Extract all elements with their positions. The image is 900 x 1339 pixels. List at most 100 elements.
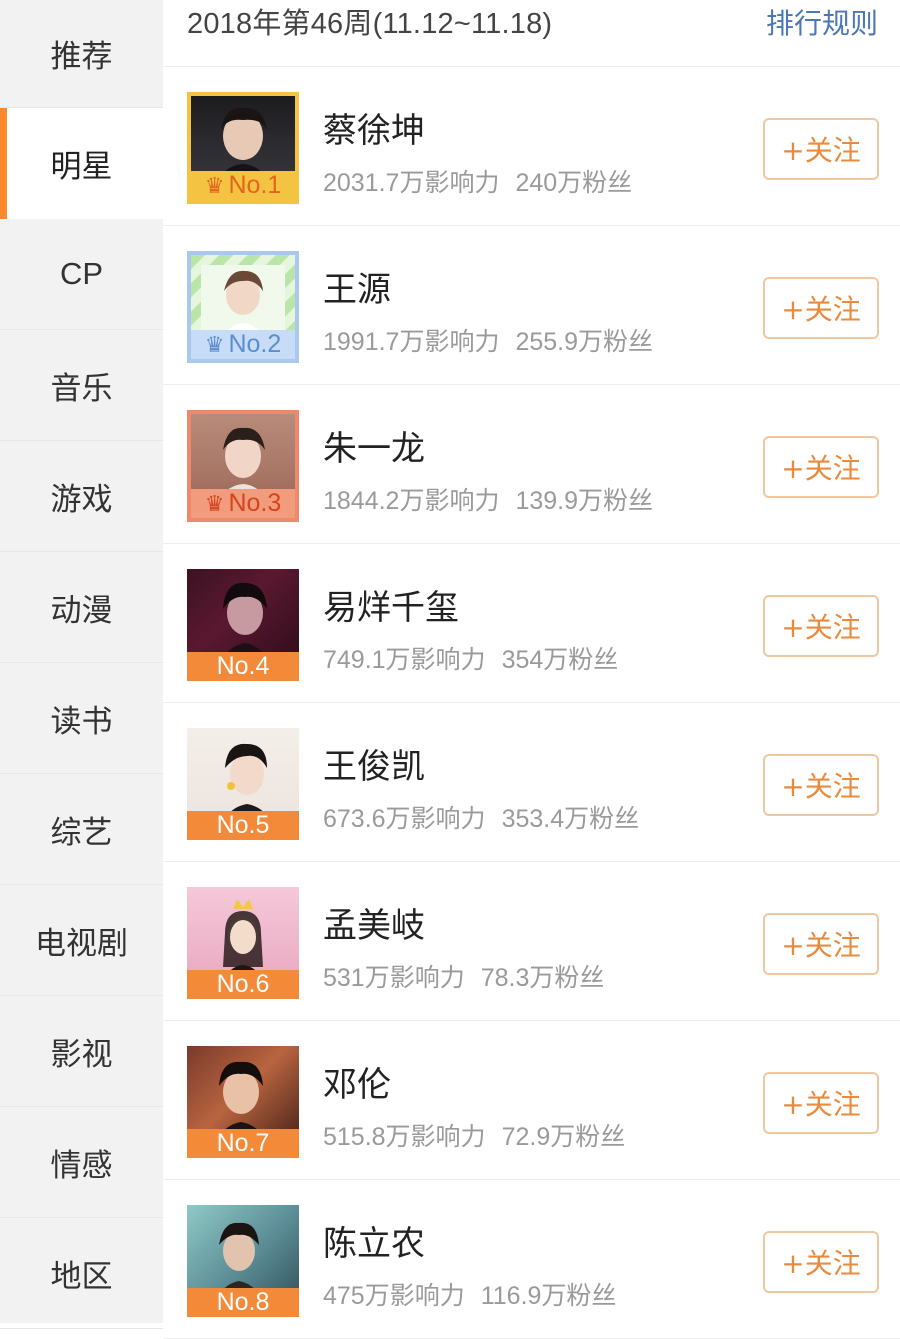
rank-badge: No.8 bbox=[187, 1288, 299, 1317]
sidebar-item-anime[interactable]: 动漫 bbox=[0, 552, 163, 663]
avatar[interactable]: ♛ No.1 bbox=[187, 92, 299, 204]
influence-value: 475万影响力 bbox=[323, 1282, 465, 1310]
ranking-row[interactable]: No.4 易烊千玺 749.1万影响力 354万粉丝 +关注 bbox=[163, 544, 900, 703]
fans-count: 116.9万粉丝 bbox=[480, 1282, 617, 1310]
influence-value: 2031.7万影响力 bbox=[323, 169, 500, 197]
celebrity-stats: 2031.7万影响力 240万粉丝 bbox=[323, 163, 632, 199]
sidebar-item-label: 情感 bbox=[50, 1147, 113, 1184]
celebrity-name[interactable]: 孟美岐 bbox=[323, 898, 425, 947]
follow-button[interactable]: +关注 bbox=[763, 1231, 879, 1293]
influence-value: 515.8万影响力 bbox=[323, 1123, 486, 1151]
sidebar-item-label: 电视剧 bbox=[35, 925, 128, 962]
category-sidebar: 推荐 明星 CP 音乐 游戏 动漫 读书 综艺 电视剧 影视 情感 地区 bbox=[0, 0, 163, 1329]
avatar[interactable]: No.6 bbox=[187, 887, 299, 999]
follow-button[interactable]: +关注 bbox=[763, 913, 879, 975]
celebrity-name[interactable]: 陈立农 bbox=[323, 1216, 425, 1265]
celebrity-name[interactable]: 朱一龙 bbox=[323, 421, 425, 470]
sidebar-item-label: 影视 bbox=[50, 1036, 113, 1073]
rank-badge: ♛ No.2 bbox=[191, 330, 295, 359]
avatar[interactable]: ♛ No.2 bbox=[187, 251, 299, 363]
rank-label: No.5 bbox=[216, 811, 270, 839]
celebrity-name[interactable]: 邓伦 bbox=[323, 1057, 391, 1106]
week-title: 2018年第46周(11.12~11.18) bbox=[187, 8, 553, 40]
celebrity-stats: 673.6万影响力 353.4万粉丝 bbox=[323, 799, 639, 835]
ranking-rules-link[interactable]: 排行规则 bbox=[766, 2, 878, 42]
follow-button[interactable]: +关注 bbox=[763, 1072, 879, 1134]
sidebar-item-label: 综艺 bbox=[50, 814, 113, 851]
ranking-row[interactable]: No.6 孟美岐 531万影响力 78.3万粉丝 +关注 bbox=[163, 862, 900, 1021]
avatar[interactable]: No.5 bbox=[187, 728, 299, 840]
celebrity-name[interactable]: 易烊千玺 bbox=[323, 580, 459, 629]
celebrity-stats: 475万影响力 116.9万粉丝 bbox=[323, 1276, 616, 1312]
sidebar-item-music[interactable]: 音乐 bbox=[0, 330, 163, 441]
celebrity-stats: 1844.2万影响力 139.9万粉丝 bbox=[323, 481, 653, 517]
sidebar-item-label: 地区 bbox=[50, 1258, 113, 1295]
sidebar-item-label: 动漫 bbox=[50, 592, 113, 629]
rank-label: No.4 bbox=[216, 652, 270, 680]
sidebar-item-region[interactable]: 地区 bbox=[0, 1218, 163, 1329]
fans-count: 240万粉丝 bbox=[515, 169, 633, 197]
rank-label: No.7 bbox=[216, 1129, 270, 1157]
rank-label: No.8 bbox=[216, 1288, 270, 1316]
fans-count: 78.3万粉丝 bbox=[480, 964, 605, 992]
celebrity-name[interactable]: 王源 bbox=[323, 262, 391, 311]
sidebar-item-books[interactable]: 读书 bbox=[0, 663, 163, 774]
crown-icon: ♛ bbox=[204, 490, 225, 516]
ranking-row[interactable]: ♛ No.2 王源 1991.7万影响力 255.9万粉丝 +关注 bbox=[163, 226, 900, 385]
follow-button[interactable]: +关注 bbox=[763, 277, 879, 339]
influence-value: 1844.2万影响力 bbox=[323, 487, 500, 515]
celebrity-stats: 749.1万影响力 354万粉丝 bbox=[323, 640, 618, 676]
ranking-row[interactable]: No.8 陈立农 475万影响力 116.9万粉丝 +关注 bbox=[163, 1180, 900, 1339]
celebrity-stats: 1991.7万影响力 255.9万粉丝 bbox=[323, 322, 653, 358]
follow-button[interactable]: +关注 bbox=[763, 754, 879, 816]
rank-label: No.1 bbox=[228, 171, 282, 199]
fans-count: 139.9万粉丝 bbox=[515, 487, 654, 515]
sidebar-item-stars[interactable]: 明星 bbox=[0, 108, 163, 219]
follow-button[interactable]: +关注 bbox=[763, 436, 879, 498]
celebrity-name[interactable]: 蔡徐坤 bbox=[323, 103, 425, 152]
celebrity-stats: 515.8万影响力 72.9万粉丝 bbox=[323, 1117, 625, 1153]
rank-label: No.3 bbox=[228, 489, 282, 517]
avatar[interactable]: ♛ No.3 bbox=[187, 410, 299, 522]
fans-count: 72.9万粉丝 bbox=[501, 1123, 626, 1151]
sidebar-item-label: 推荐 bbox=[50, 39, 113, 75]
ranking-row[interactable]: ♛ No.3 朱一龙 1844.2万影响力 139.9万粉丝 +关注 bbox=[163, 385, 900, 544]
crown-icon: ♛ bbox=[204, 172, 225, 198]
ranking-row[interactable]: ♛ No.1 蔡徐坤 2031.7万影响力 240万粉丝 +关注 bbox=[163, 67, 900, 226]
ranking-row[interactable]: No.7 邓伦 515.8万影响力 72.9万粉丝 +关注 bbox=[163, 1021, 900, 1180]
rank-badge: ♛ No.3 bbox=[191, 489, 295, 518]
influence-value: 1991.7万影响力 bbox=[323, 328, 500, 356]
avatar[interactable]: No.7 bbox=[187, 1046, 299, 1158]
crown-icon: ♛ bbox=[204, 331, 225, 357]
avatar[interactable]: No.4 bbox=[187, 569, 299, 681]
sidebar-item-label: 读书 bbox=[50, 703, 113, 740]
rank-badge: No.7 bbox=[187, 1129, 299, 1158]
influence-value: 531万影响力 bbox=[323, 964, 465, 992]
ranking-row[interactable]: No.5 王俊凯 673.6万影响力 353.4万粉丝 +关注 bbox=[163, 703, 900, 862]
fans-count: 354万粉丝 bbox=[501, 646, 619, 674]
sidebar-item-games[interactable]: 游戏 bbox=[0, 441, 163, 552]
celebrity-stats: 531万影响力 78.3万粉丝 bbox=[323, 958, 604, 994]
sidebar-item-tv-series[interactable]: 电视剧 bbox=[0, 885, 163, 996]
avatar[interactable]: No.8 bbox=[187, 1205, 299, 1317]
celebrity-name[interactable]: 王俊凯 bbox=[323, 739, 425, 788]
follow-button[interactable]: +关注 bbox=[763, 595, 879, 657]
sidebar-item-cp[interactable]: CP bbox=[0, 219, 163, 330]
sidebar-item-label: CP bbox=[59, 256, 104, 291]
ranking-header: 2018年第46周(11.12~11.18) 排行规则 bbox=[163, 0, 900, 67]
rank-label: No.2 bbox=[228, 330, 282, 358]
sidebar-item-label: 明星 bbox=[50, 149, 113, 185]
sidebar-item-variety[interactable]: 综艺 bbox=[0, 774, 163, 885]
influence-value: 749.1万影响力 bbox=[323, 646, 486, 674]
sidebar-item-label: 音乐 bbox=[50, 370, 113, 407]
sidebar-item-film[interactable]: 影视 bbox=[0, 996, 163, 1107]
sidebar-item-label: 游戏 bbox=[50, 481, 113, 518]
sidebar-item-emotion[interactable]: 情感 bbox=[0, 1107, 163, 1218]
follow-button[interactable]: +关注 bbox=[763, 118, 879, 180]
sidebar-item-recommend[interactable]: 推荐 bbox=[0, 0, 163, 108]
influence-value: 673.6万影响力 bbox=[323, 805, 486, 833]
rank-badge: ♛ No.1 bbox=[191, 171, 295, 200]
fans-count: 353.4万粉丝 bbox=[501, 805, 640, 833]
fans-count: 255.9万粉丝 bbox=[515, 328, 654, 356]
rank-badge: No.4 bbox=[187, 652, 299, 681]
